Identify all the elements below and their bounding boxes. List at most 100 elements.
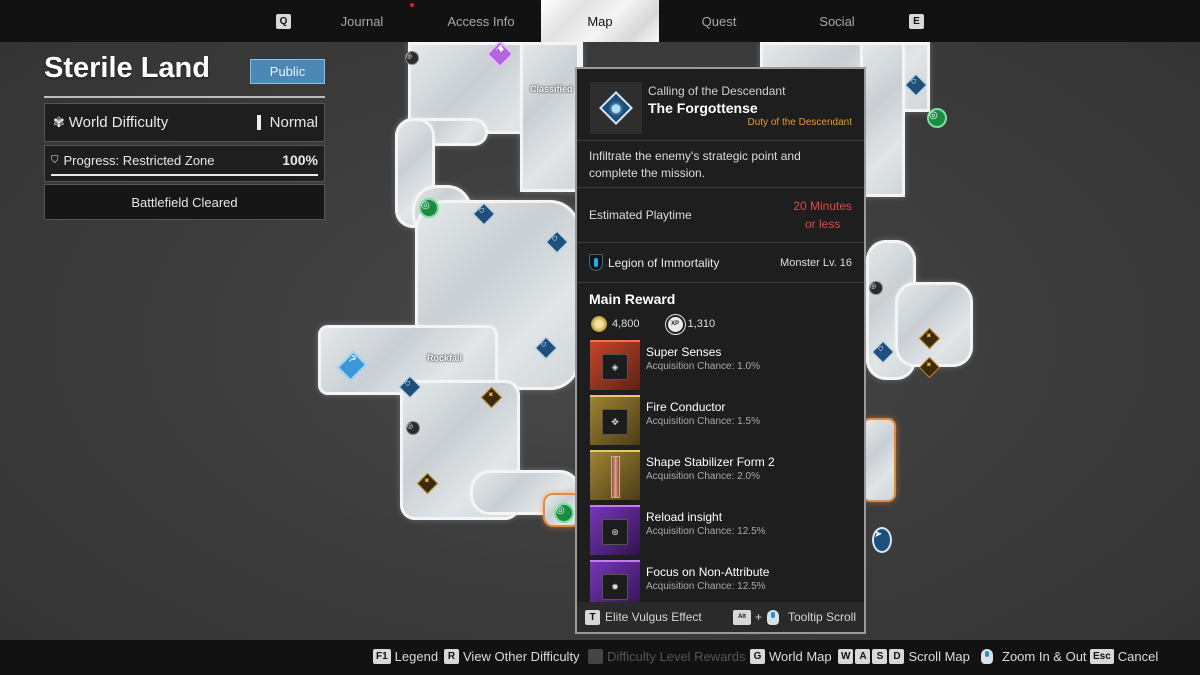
map-terrain [895,282,973,367]
module-thumbnail: ◈ [590,340,640,390]
hint-world-map[interactable]: G World Map [750,649,832,664]
bookmark-marker[interactable]: ⌂ [534,336,558,360]
locked-marker[interactable]: ◎ [402,48,422,68]
resource-marker[interactable]: ✦ [918,356,940,378]
map-terrain [860,42,905,197]
resource-marker[interactable]: ✦ [480,386,502,408]
main-reward-title: Main Reward [589,291,676,307]
tooltip-footer: T Elite Vulgus Effect Alt + Tooltip Scro… [577,602,864,632]
mission-category: Calling of the Descendant [648,84,786,98]
resource-icon: ✦ [921,357,935,371]
reward-chance: Acquisition Chance: 1.0% [646,361,760,372]
tab-social[interactable]: Social [796,0,878,42]
tab-quest[interactable]: Quest [680,0,758,42]
locked-marker[interactable]: ◎ [403,418,423,438]
top-navigation: Q Journal Access Info Map Quest Social E [0,0,1200,42]
tab-map[interactable]: Map [541,0,659,42]
map-label-classified: Classified [530,84,573,94]
divider [44,96,325,98]
hint-legend[interactable]: F1 Legend [373,649,438,664]
hint-zoom[interactable]: Zoom In & Out [976,649,1087,664]
progress-panel: ⛉ Progress: Restricted Zone 100% [44,145,325,182]
tab-label: Access Info [447,13,515,29]
world-difficulty-row[interactable]: ✾ World Difficulty Normal [44,103,325,142]
resource-marker[interactable]: ✦ [416,472,438,494]
tooltip-header: Calling of the Descendant The Forgottens… [577,69,864,141]
outpost-marker[interactable]: ◎ [554,503,574,523]
tab-label: Journal [340,13,384,29]
map-terrain [520,42,580,192]
tab-journal[interactable]: Journal [322,0,402,42]
reward-item[interactable]: ✹ Focus on Non-Attribute Acquisition Cha… [590,560,860,604]
reward-item[interactable]: ⊛ Reload insight Acquisition Chance: 12.… [590,505,860,555]
hint-label: Zoom In & Out [1002,649,1087,664]
reward-name: Reload insight [646,510,723,524]
hint-label: Legend [394,649,439,664]
bookmark-marker[interactable]: ⌂ [398,375,422,399]
progress-value: 100% [282,152,318,168]
bookmark-marker[interactable]: ⌂ [472,202,496,226]
mission-type: Duty of the Descendant [747,117,852,128]
playtime-value: 20 Minutes or less [793,197,852,233]
next-tab-key[interactable]: E [909,14,924,29]
bookmark-icon: ⌂ [402,377,414,389]
faction-shield-icon [589,254,603,271]
unknown-quest-marker[interactable]: ? [336,350,368,382]
enemy-faction: Legion of Immortality [608,255,720,270]
keycap: Esc [1090,649,1114,664]
module-chip-icon: ✥ [602,409,628,435]
reward-chance: Acquisition Chance: 12.5% [646,526,766,537]
bottom-hint-bar: F1 Legend R View Other Difficulty F Diff… [0,640,1200,675]
mouse-wheel-icon [766,609,779,625]
mission-title: The Forgottense [648,100,758,116]
outpost-marker[interactable]: ◎ [419,198,439,218]
bookmark-icon: ⌂ [549,232,561,244]
monster-level: Monster Lv. 16 [780,256,852,269]
tab-access-info[interactable]: Access Info [430,0,532,42]
player-position-icon: ➤ [872,527,892,553]
progress-bar [51,174,318,176]
reward-item[interactable]: Shape Stabilizer Form 2 Acquisition Chan… [590,450,860,500]
bookmark-icon: ⌂ [875,342,887,354]
alt-key[interactable]: Alt [732,609,751,625]
module-chip-icon: ◈ [602,354,628,380]
progress-bar-fill [51,174,318,176]
reward-item[interactable]: ✥ Fire Conductor Acquisition Chance: 1.5… [590,395,860,445]
keycap: F [588,649,603,664]
elite-effect-key[interactable]: T [585,609,600,625]
tab-label: Social [819,13,855,29]
map-marker-unknown-label: ? [345,353,358,366]
notification-dot [410,3,414,7]
stabilizer-tube-icon [611,456,620,498]
locked-marker[interactable]: ◎ [866,278,886,298]
bookmark-marker[interactable]: ⌂ [904,73,928,97]
resource-marker[interactable]: ✦ [918,327,940,349]
module-thumbnail: ✹ [590,560,640,604]
lock-ring-icon: ◎ [869,281,883,295]
tab-label: Map [587,13,613,29]
map-label-rockfall: Rockfall [427,353,463,363]
resource-icon: ✦ [419,473,433,487]
public-button[interactable]: Public [250,59,325,84]
outpost-marker[interactable]: ◎ [927,108,947,128]
module-chip-icon: ✹ [602,574,628,600]
hint-scroll-map[interactable]: W A S D Scroll Map [838,649,970,664]
reward-item[interactable]: ◈ Super Senses Acquisition Chance: 1.0% [590,340,860,390]
keycap: G [750,649,765,664]
special-operation-marker[interactable]: ⚑ [485,39,515,69]
tab-label: Quest [701,13,737,29]
module-chip-icon: ⊛ [602,519,628,545]
keycap: R [444,649,459,664]
flag-icon: ⚑ [492,42,507,57]
hint-view-other-difficulty[interactable]: R View Other Difficulty [444,649,580,664]
bookmark-marker[interactable]: ⌂ [545,230,569,254]
prev-tab-key[interactable]: Q [276,14,291,29]
map-screen: Classified Rockfall ⚑ ◎ ◎ ⌂ ⌂ ⌂ ⌂ ? ✦ ✦ … [0,0,1200,675]
player-position-marker: ➤ [872,527,892,553]
outpost-icon: ◎ [927,108,947,128]
bookmark-marker[interactable]: ⌂ [871,340,895,364]
outpost-icon: ◎ [554,503,574,523]
hint-cancel[interactable]: Esc Cancel [1090,649,1158,664]
resource-icon: ✦ [483,387,497,401]
gold-amount: 4,800 [612,318,640,330]
